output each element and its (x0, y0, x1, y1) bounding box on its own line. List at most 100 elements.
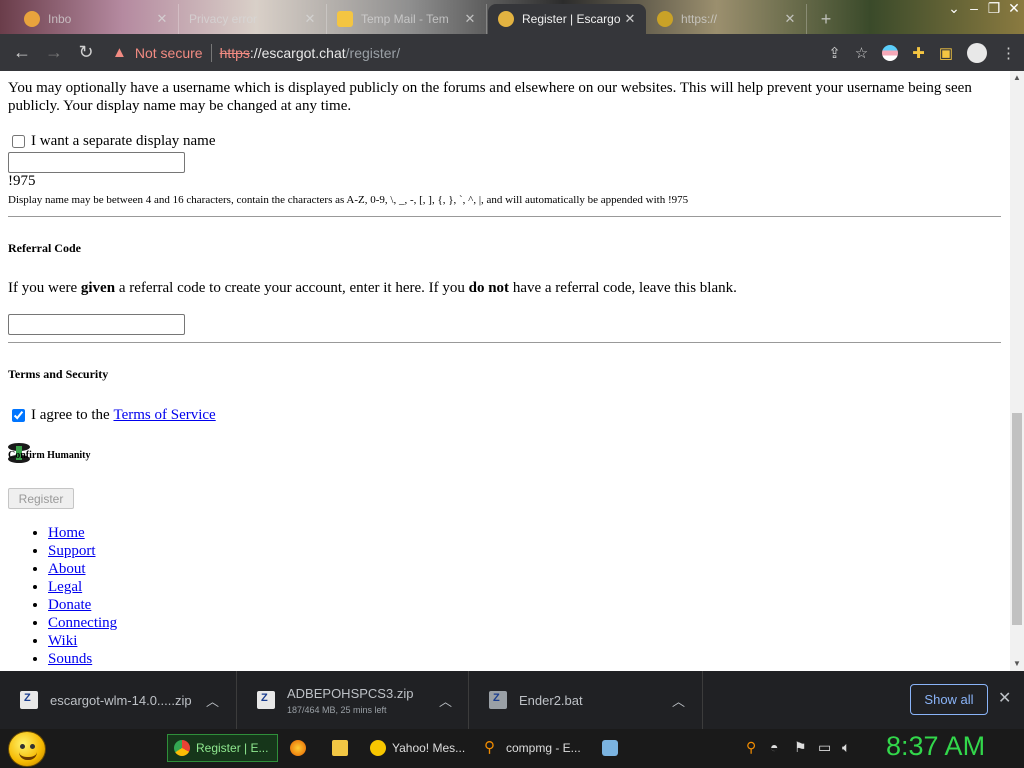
smiley-eye (20, 744, 25, 749)
lock-favicon-icon (337, 11, 353, 27)
display-name-suffix: !975 (8, 173, 36, 189)
page-scrollbar[interactable]: ▲ ▼ (1010, 71, 1024, 671)
list-item: Wiki (48, 632, 117, 650)
page-content: You may optionally have a username which… (0, 71, 1010, 671)
close-tab-icon[interactable]: ✕ (782, 11, 798, 27)
scrollbar-thumb[interactable] (1012, 413, 1022, 625)
chevron-up-icon[interactable]: ︿ (672, 691, 685, 710)
tab-https[interactable]: https:// ✕ (647, 4, 807, 34)
referral-text-part: have a referral code, leave this blank. (509, 280, 737, 296)
footer-link-wiki[interactable]: Wiki (48, 633, 77, 649)
tab-favicon-icon (24, 11, 40, 27)
address-separator (210, 43, 212, 62)
footer-link-support[interactable]: Support (48, 543, 96, 559)
close-tab-icon[interactable]: ✕ (622, 11, 638, 27)
display-name-intro: You may optionally have a username which… (8, 80, 972, 114)
tab-title: Temp Mail - Tem (361, 12, 449, 26)
tray-search-icon[interactable]: ⚲ (746, 739, 756, 756)
address-bar[interactable]: https://escargot.chat/register/ (220, 45, 401, 61)
tray-volume-icon[interactable]: 🔈︎ (842, 739, 850, 756)
referral-code-input[interactable] (8, 314, 185, 335)
extension-flag-icon[interactable] (882, 44, 899, 61)
close-icon[interactable]: ✕ (1004, 0, 1024, 17)
display-name-input[interactable] (8, 152, 185, 173)
forward-arrow-icon[interactable]: → (38, 42, 70, 63)
download-name: escargot-wlm-14.0.....zip (50, 692, 192, 708)
back-arrow-icon[interactable]: ← (6, 42, 38, 63)
search-magnifier-icon: ⚲ (484, 739, 495, 756)
terms-of-service-link[interactable]: Terms of Service (113, 407, 215, 424)
bookmark-star-icon[interactable]: ☆ (855, 44, 868, 62)
tab-inbox[interactable]: Inbo ✕ (14, 4, 179, 34)
share-icon[interactable]: ⇪ (828, 44, 841, 62)
tab-favicon-icon (657, 11, 673, 27)
display-name-checkbox[interactable] (12, 135, 25, 148)
scroll-down-arrow-icon[interactable]: ▼ (1013, 659, 1021, 668)
tab-register[interactable]: Register | Escargo ✕ (488, 4, 646, 34)
download-item[interactable]: escargot-wlm-14.0.....zip ︿ (0, 671, 237, 729)
taskbar-item-yahoo[interactable]: Yahoo! Mes... (364, 734, 474, 762)
download-item[interactable]: Ender2.bat ︿ (469, 671, 703, 729)
close-tab-icon[interactable]: ✕ (154, 11, 170, 27)
maximize-icon[interactable]: ❐ (984, 0, 1004, 17)
tab-strip: Inbo ✕ Privacy error ✕ Temp Mail - Tem ✕ Re… (0, 0, 1024, 34)
footer-link-donate[interactable]: Donate (48, 597, 91, 613)
chevron-up-icon[interactable]: ︿ (439, 691, 452, 710)
referral-text-emphasis: do not (468, 280, 510, 296)
taskbar-item-explorer[interactable] (326, 734, 356, 762)
show-all-button[interactable]: Show all (910, 684, 988, 715)
taskbar-item-label: Register | E... (196, 741, 269, 755)
close-tab-icon[interactable]: ✕ (462, 11, 478, 27)
minimize-icon[interactable]: – (964, 0, 984, 17)
register-button[interactable]: Register (8, 488, 74, 509)
profile-avatar-icon[interactable] (967, 42, 987, 63)
display-name-checkbox-row[interactable]: I want a separate display name (12, 133, 216, 150)
taskbar-item-chrome[interactable]: Register | E... (167, 734, 278, 762)
taskbar-item-compmg[interactable]: ⚲ compmg - E... (478, 734, 590, 762)
taskbar-item-network[interactable] (596, 734, 626, 762)
tab-title: Inbo (48, 12, 72, 26)
divider (8, 216, 1001, 217)
chrome-icon (174, 740, 190, 756)
referral-text-part: a referral code to create your account, … (115, 280, 469, 296)
extensions-puzzle-icon[interactable]: ✚ (912, 44, 925, 62)
divider (8, 342, 1001, 343)
chevron-up-icon[interactable]: ︿ (206, 691, 219, 710)
tab-title: https:// (681, 12, 718, 26)
download-item[interactable]: ADBEPOHSPCS3.zip 187/464 MB, 25 mins left… (237, 671, 469, 729)
list-item: Sounds (48, 650, 117, 668)
list-item: Connecting (48, 614, 117, 632)
folder-icon (332, 740, 348, 756)
list-item: Legal (48, 578, 117, 596)
footer-link-home[interactable]: Home (48, 525, 85, 541)
tray-flag-icon[interactable]: ⚑ (794, 739, 807, 756)
terms-checkbox-row[interactable]: I agree to the Terms of Service (12, 407, 216, 424)
list-item: Donate (48, 596, 117, 614)
chevron-down-icon[interactable]: ⌄ (944, 0, 964, 17)
tab-privacy-error[interactable]: Privacy error ✕ (179, 4, 327, 34)
network-users-icon (602, 740, 618, 756)
tab-title: Privacy error (189, 12, 258, 26)
browser-toolbar: ← → ↻ ▲ Not secure https://escargot.chat/… (0, 34, 1024, 71)
footer-link-legal[interactable]: Legal (48, 579, 82, 595)
scroll-up-arrow-icon[interactable]: ▲ (1013, 73, 1021, 82)
terms-checkbox[interactable] (12, 409, 25, 422)
side-panel-icon[interactable]: ▣ (939, 44, 953, 62)
tab-temp-mail[interactable]: Temp Mail - Tem ✕ (327, 4, 487, 34)
taskbar-clock[interactable]: 8:37 AM (886, 731, 985, 762)
footer-link-about[interactable]: About (48, 561, 86, 577)
tray-messenger-icon[interactable]: ◓ (770, 739, 778, 755)
menu-dots-icon[interactable]: ⋮ (1001, 44, 1016, 62)
footer-link-connecting[interactable]: Connecting (48, 615, 117, 631)
close-tab-icon[interactable]: ✕ (302, 11, 318, 27)
security-indicator[interactable]: ▲ Not secure (112, 44, 203, 61)
reload-icon[interactable]: ↻ (70, 42, 102, 63)
start-button-smiley-icon[interactable] (8, 731, 46, 767)
footer-link-sounds[interactable]: Sounds (48, 651, 92, 667)
taskbar-item-firefox[interactable] (284, 734, 314, 762)
list-item: Support (48, 542, 117, 560)
escargot-favicon-icon (498, 11, 514, 27)
new-tab-button[interactable]: + (808, 4, 848, 34)
tray-network-icon[interactable]: ▭ (818, 739, 831, 756)
close-icon[interactable]: ✕ (998, 688, 1011, 708)
